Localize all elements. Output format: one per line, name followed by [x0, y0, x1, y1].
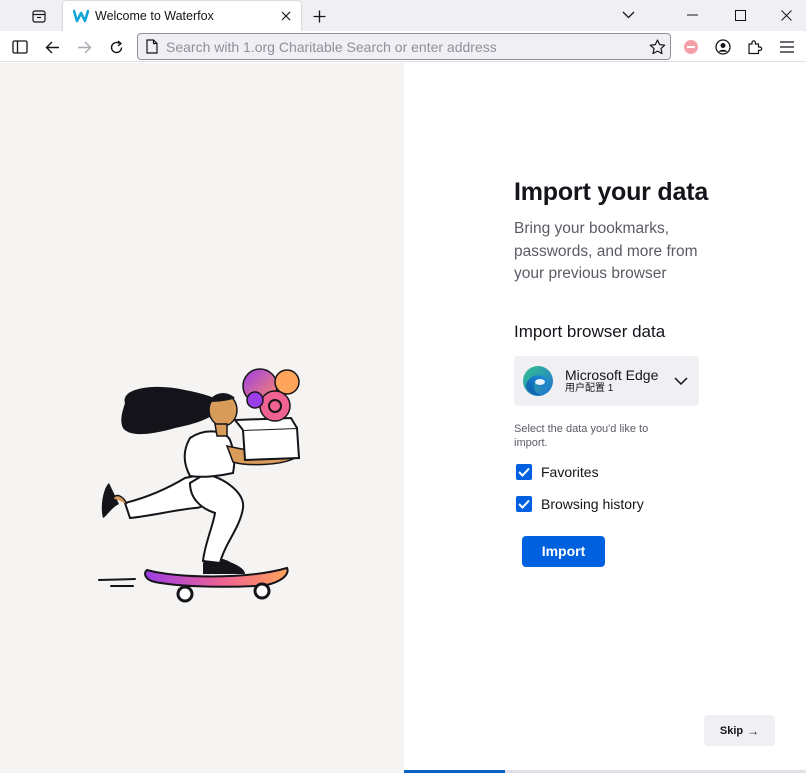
- option-favorites[interactable]: Favorites: [514, 462, 714, 482]
- waterfox-logo-icon: [73, 8, 89, 24]
- star-icon[interactable]: [644, 34, 670, 60]
- tab-title: Welcome to Waterfox: [95, 9, 214, 23]
- chevron-down-icon[interactable]: [604, 0, 652, 30]
- url-input[interactable]: [166, 38, 644, 55]
- import-button[interactable]: Import: [522, 535, 605, 567]
- skateboarder-illustration: [98, 368, 301, 603]
- browser-source-select[interactable]: Microsoft Edge 用户配置 1: [514, 355, 699, 406]
- import-content: Import your data Bring your bookmarks, p…: [514, 178, 714, 567]
- window-close-icon[interactable]: [762, 0, 806, 30]
- edge-logo-icon: [523, 365, 553, 396]
- menu-icon[interactable]: [774, 34, 800, 60]
- skip-label: Skip: [719, 724, 744, 737]
- forward-icon[interactable]: [71, 34, 97, 60]
- option-browsing-history[interactable]: Browsing history: [514, 494, 714, 514]
- plus-icon[interactable]: [307, 4, 331, 28]
- close-icon[interactable]: [275, 5, 297, 27]
- sidebar-icon[interactable]: [7, 34, 33, 60]
- section-title: Import browser data: [514, 321, 666, 341]
- extensions-icon[interactable]: [742, 34, 768, 60]
- illustration-panel: [0, 63, 404, 773]
- browser-source-text: Microsoft Edge 用户配置 1: [565, 367, 658, 395]
- arrow-right-icon: →: [747, 723, 760, 738]
- page-subtitle: Bring your bookmarks, passwords, and mor…: [514, 220, 698, 282]
- browsing-history-label: Browsing history: [541, 495, 644, 512]
- account-icon[interactable]: [710, 34, 736, 60]
- maximize-icon[interactable]: [716, 0, 764, 30]
- tabs-list-icon[interactable]: [24, 4, 54, 28]
- blocked-icon[interactable]: [678, 34, 704, 60]
- navigation-bar: [0, 31, 806, 62]
- page-title: Import your data: [514, 178, 709, 206]
- page-icon: [144, 39, 160, 55]
- back-icon[interactable]: [39, 34, 65, 60]
- tab-welcome[interactable]: Welcome to Waterfox: [63, 1, 301, 31]
- chevron-down-icon: [674, 376, 688, 385]
- browsing-history-checkbox[interactable]: [516, 495, 532, 512]
- url-bar[interactable]: [137, 33, 671, 60]
- browser-profile: 用户配置 1: [565, 382, 614, 394]
- import-panel: Import your data Bring your bookmarks, p…: [404, 63, 806, 773]
- tab-bar: Welcome to Waterfox: [0, 0, 806, 31]
- select-hint: Select the data you'd like to import.: [514, 422, 649, 449]
- reload-icon[interactable]: [103, 34, 129, 60]
- minimize-icon[interactable]: [668, 0, 716, 30]
- favorites-checkbox[interactable]: [516, 463, 532, 480]
- browser-name: Microsoft Edge: [565, 366, 659, 383]
- skip-button[interactable]: Skip →: [704, 715, 775, 746]
- favorites-label: Favorites: [541, 463, 599, 480]
